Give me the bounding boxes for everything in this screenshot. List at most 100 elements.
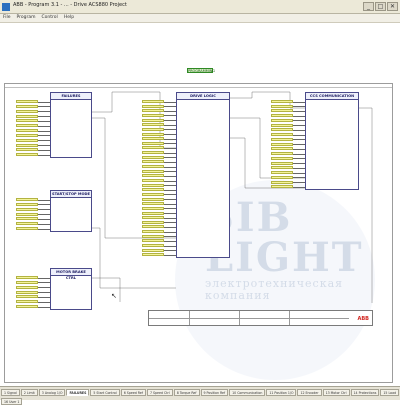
signal-tag[interactable] [271,100,293,103]
signal-tag[interactable] [16,138,38,142]
signal-tag[interactable] [16,100,38,103]
signal-tag[interactable] [16,119,38,123]
tab-failures[interactable]: FAILURES [66,389,90,396]
signal-tag[interactable] [142,113,164,117]
menu-control[interactable]: Control [42,15,58,20]
signal-tag[interactable] [16,129,38,132]
signal-tag[interactable] [271,104,293,108]
tab-15-load[interactable]: 15 Load [380,389,400,396]
signal-tag[interactable] [16,300,38,304]
signal-tag[interactable] [142,220,164,224]
signal-tag[interactable] [142,230,164,234]
menu-file[interactable]: File [3,15,11,20]
minimize-button[interactable]: _ [363,2,374,11]
signal-tag[interactable] [16,148,38,152]
signal-tag[interactable] [142,174,164,178]
tab-9-position-ref[interactable]: 9 Position Ref [200,389,229,396]
signal-tag[interactable] [142,179,164,182]
close-button[interactable]: ✕ [387,2,398,11]
tab-8-torque-ref[interactable]: 8 Torque Ref [173,389,200,396]
tab-16-user-1[interactable]: 16 User 1 [1,398,23,405]
signal-tag[interactable] [142,141,164,145]
signal-tag[interactable] [142,137,164,141]
signal-tag[interactable] [142,155,164,159]
tab-13-motor-ctrl[interactable]: 13 Motor Ctrl [322,389,350,396]
signal-tag[interactable] [16,207,38,211]
signal-tag[interactable] [271,180,293,184]
signal-tag[interactable] [142,151,164,155]
tab-6-speed-ref[interactable]: 6 Speed Ref [120,389,146,396]
signal-tag[interactable] [142,188,164,192]
signal-tag[interactable] [271,142,293,146]
block-communication[interactable]: CCS COMMUNICATION [305,92,359,190]
signal-tag[interactable] [16,285,38,289]
signal-tag[interactable] [16,227,38,231]
signal-tag[interactable] [142,225,164,229]
signal-tag[interactable] [142,104,164,108]
signal-tag[interactable] [142,123,164,127]
signal-tag[interactable] [16,153,38,157]
signal-tag[interactable] [271,161,293,165]
block-failures[interactable]: FAILURES [50,92,92,158]
signal-tag[interactable] [271,128,293,132]
signal-tag[interactable] [142,183,164,187]
signal-tag[interactable] [271,118,293,122]
signal-tag[interactable] [142,234,164,238]
signal-tag[interactable] [142,244,164,248]
signal-tag[interactable] [16,222,38,226]
signal-tag[interactable] [16,133,38,137]
signal-tag[interactable] [142,248,164,252]
tab-1-signal[interactable]: 1 Signal [1,389,20,396]
tab-10-communication[interactable]: 10 Communication [229,389,266,396]
signal-tag[interactable] [16,114,38,118]
signal-tag[interactable] [16,202,38,206]
signal-tag[interactable] [16,276,38,279]
signal-tag[interactable] [16,143,38,147]
block-drive-logic[interactable]: DRIVE LOGIC [176,92,230,258]
tab-14-protections[interactable]: 14 Protections [350,389,380,396]
tab-12-encoder[interactable]: 12 Encoder [297,389,322,396]
signal-tag[interactable] [142,160,164,164]
signal-tag[interactable] [142,206,164,210]
signal-tag[interactable] [271,137,293,141]
signal-tag[interactable] [142,118,164,122]
signal-tag[interactable] [16,280,38,284]
signal-tag[interactable] [271,133,293,137]
signal-tag[interactable] [142,169,164,173]
signal-tag[interactable] [142,100,164,103]
signal-tag[interactable] [142,216,164,220]
tab-11-position-1-o[interactable]: 11 Position 1/O [266,389,297,396]
signal-tag[interactable] [16,198,38,201]
block-start-stop[interactable]: START/STOP MODE [50,190,92,232]
signal-tag[interactable] [142,197,164,201]
diagram-canvas[interactable]: SIB LIGHT электротехническая компания FA… [0,78,400,386]
signal-tag[interactable] [271,147,293,151]
maximize-button[interactable]: □ [375,2,386,11]
signal-tag[interactable] [16,109,38,113]
block-motor-brake[interactable]: MOTOR BRAKE CTRL [50,268,92,310]
signal-tag[interactable] [142,239,164,243]
tab-3-analog-1-o[interactable]: 3 Analog 1/O [38,389,66,396]
signal-tag[interactable] [142,132,164,136]
signal-tag[interactable] [271,171,293,175]
signal-tag[interactable] [142,192,164,196]
signal-tag[interactable] [271,114,293,118]
signal-tag[interactable] [271,175,293,179]
signal-tag[interactable] [142,165,164,169]
signal-tag[interactable] [271,109,293,113]
signal-tag[interactable] [142,253,164,257]
signal-tag[interactable] [142,109,164,113]
signal-tag[interactable] [16,290,38,294]
tab-5-start-control[interactable]: 5 Start Control [90,389,120,396]
signal-tag[interactable] [142,127,164,131]
signal-tag[interactable] [142,146,164,150]
menu-help[interactable]: Help [64,15,74,20]
signal-tag[interactable] [16,217,38,221]
signal-tag[interactable] [271,185,293,189]
signal-tag[interactable] [16,212,38,216]
signal-tag[interactable] [16,305,38,309]
tab-2-limit[interactable]: 2 Limit [20,389,38,396]
signal-tag[interactable] [142,211,164,215]
signal-tag[interactable] [271,152,293,156]
signal-tag[interactable] [271,156,293,160]
